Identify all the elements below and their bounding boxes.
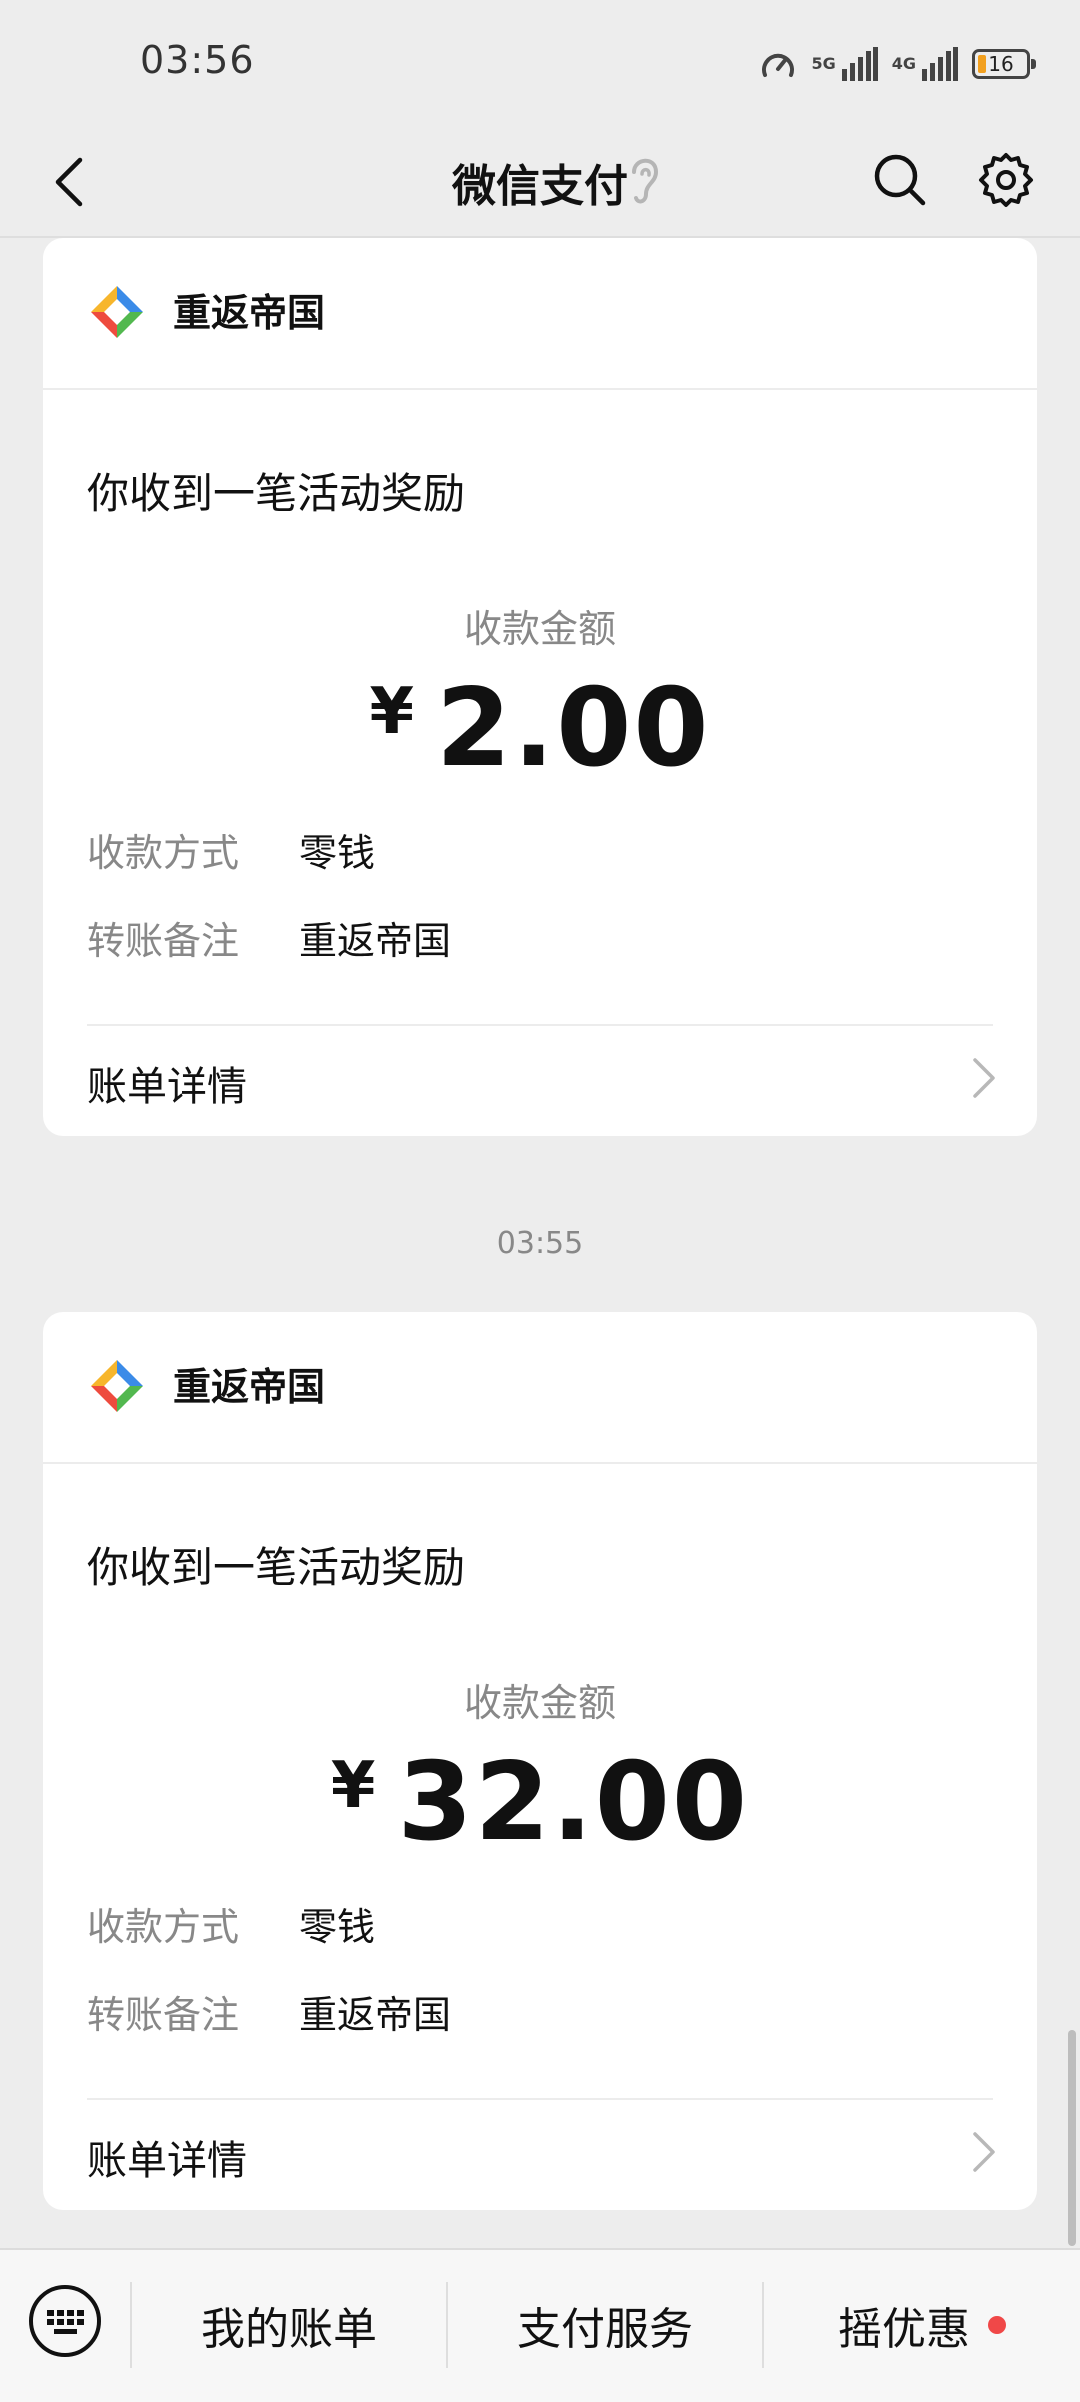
status-time: 03:56 <box>140 38 255 82</box>
bill-details-label: 账单详情 <box>87 1064 247 1110</box>
merchant-logo-icon <box>91 1360 143 1412</box>
network-4g-label: 4G <box>891 54 916 73</box>
network-5g-label: 5G <box>811 54 836 73</box>
tab-my-bills[interactable]: 我的账单 <box>132 2250 446 2400</box>
message-title: 你收到一笔活动奖励 <box>87 1543 466 1592</box>
search-icon <box>874 154 926 206</box>
payment-method-value: 零钱 <box>299 1905 376 1949</box>
payment-method-label: 收款方式 <box>87 1905 240 1949</box>
battery-icon: 16 <box>972 49 1036 79</box>
amount-number: 2.00 <box>436 666 711 791</box>
payment-message-card: 重返帝国 你收到一笔活动奖励 收款金额 ¥2.00 收款方式 零钱 转账备注 重… <box>43 238 1037 1136</box>
settings-button[interactable] <box>966 140 1046 220</box>
gear-icon <box>979 153 1033 207</box>
search-button[interactable] <box>860 140 940 220</box>
bottom-menu-bar: 我的账单 支付服务 摇优惠 <box>0 2248 1080 2402</box>
currency-symbol: ¥ <box>369 675 415 749</box>
tab-payment-services[interactable]: 支付服务 <box>448 2250 762 2400</box>
amount-value: ¥2.00 <box>43 666 1037 791</box>
bill-details-link[interactable]: 账单详情 <box>43 1026 1037 1134</box>
battery-level: 16 <box>988 52 1014 76</box>
amount-label: 收款金额 <box>463 1681 616 1725</box>
card-header[interactable]: 重返帝国 <box>43 1312 1037 1464</box>
notification-dot <box>988 2316 1006 2334</box>
transfer-note-value: 重返帝国 <box>299 1993 452 2037</box>
merchant-name: 重返帝国 <box>173 291 326 335</box>
currency-symbol: ¥ <box>330 1749 376 1823</box>
status-bar: 03:56 5G 4G 16 <box>0 0 1080 130</box>
scrollbar[interactable] <box>1068 2030 1076 2246</box>
ear-icon[interactable] <box>624 150 664 208</box>
card-header[interactable]: 重返帝国 <box>43 238 1037 390</box>
signal-strength-icon <box>922 47 958 81</box>
chevron-right-icon <box>973 1058 995 1098</box>
message-title: 你收到一笔活动奖励 <box>87 469 466 518</box>
amount-number: 32.00 <box>397 1740 750 1865</box>
signal-strength-icon <box>841 47 878 81</box>
bill-details-link[interactable]: 账单详情 <box>43 2100 1037 2208</box>
payment-method-label: 收款方式 <box>87 831 240 875</box>
payment-message-card: 重返帝国 你收到一笔活动奖励 收款金额 ¥32.00 收款方式 零钱 转账备注 … <box>43 1312 1037 2210</box>
transfer-note-label: 转账备注 <box>87 1993 240 2037</box>
amount-label: 收款金额 <box>463 607 616 651</box>
status-icons: 5G 4G 16 <box>759 42 1036 86</box>
payment-method-value: 零钱 <box>299 831 376 875</box>
keyboard-icon[interactable] <box>28 2284 102 2358</box>
merchant-name: 重返帝国 <box>173 1365 326 1409</box>
transfer-note-value: 重返帝国 <box>299 919 452 963</box>
tab-payment-services-label: 支付服务 <box>517 2304 693 2355</box>
tab-shake-deals[interactable]: 摇优惠 <box>764 2250 1080 2400</box>
message-timestamp: 03:55 <box>496 1226 584 1261</box>
tab-my-bills-label: 我的账单 <box>201 2304 377 2355</box>
merchant-logo-icon <box>91 286 143 338</box>
bill-details-label: 账单详情 <box>87 2138 247 2184</box>
chevron-right-icon <box>973 2132 995 2172</box>
amount-value: ¥32.00 <box>43 1740 1037 1865</box>
transfer-note-label: 转账备注 <box>87 919 240 963</box>
speed-meter-icon <box>762 53 795 77</box>
header: 微信支付 <box>0 130 1080 236</box>
tab-shake-deals-label: 摇优惠 <box>838 2304 970 2355</box>
